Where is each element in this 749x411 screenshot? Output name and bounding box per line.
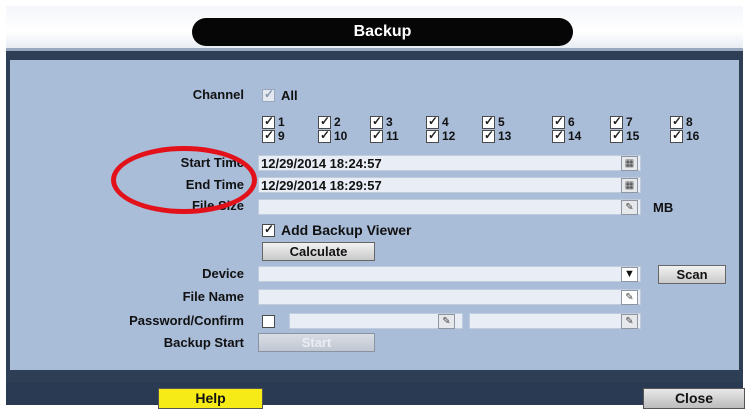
channel-label-7: 7 xyxy=(626,115,633,129)
add-backup-viewer-label: Add Backup Viewer xyxy=(281,222,412,238)
channel-checkbox-11[interactable] xyxy=(370,128,383,143)
add-backup-viewer-checkbox[interactable] xyxy=(262,222,275,237)
backup-start-label: Backup Start xyxy=(163,335,244,350)
channel-label-6: 6 xyxy=(568,115,575,129)
annotation-ellipse xyxy=(111,146,257,214)
calculate-button[interactable]: Calculate xyxy=(262,242,375,261)
file-name-label: File Name xyxy=(182,289,244,304)
start-time-field[interactable]: 12/29/2014 18:24:57 xyxy=(258,155,641,171)
channel-label-3: 3 xyxy=(386,115,393,129)
file-size-field xyxy=(258,199,641,215)
password-confirm-label: Password/Confirm xyxy=(129,313,244,328)
channel-label-13: 13 xyxy=(498,129,512,143)
scan-button[interactable]: Scan xyxy=(658,265,726,284)
end-time-field[interactable]: 12/29/2014 18:29:57 xyxy=(258,177,641,193)
channel-label-15: 15 xyxy=(626,129,640,143)
channel-checkbox-13[interactable] xyxy=(482,128,495,143)
channel-checkbox-15[interactable] xyxy=(610,128,623,143)
channel-label-5: 5 xyxy=(498,115,505,129)
file-name-field[interactable] xyxy=(258,289,641,305)
channel-checkbox-9[interactable] xyxy=(262,128,275,143)
pencil-icon[interactable]: ✎ xyxy=(621,290,638,305)
channel-label-11: 11 xyxy=(386,129,399,143)
channel-label-8: 8 xyxy=(686,115,693,129)
channel-label-14: 14 xyxy=(568,129,582,143)
confirm-password-field xyxy=(469,313,641,329)
password-field xyxy=(289,313,463,329)
pencil-icon: ✎ xyxy=(621,314,638,329)
footer-bar xyxy=(6,382,743,405)
channel-label-9: 9 xyxy=(278,129,285,143)
device-select[interactable] xyxy=(258,266,641,282)
channel-label: Channel xyxy=(192,87,244,102)
password-enable-checkbox[interactable] xyxy=(262,315,275,328)
channel-all-checkbox[interactable] xyxy=(262,87,275,102)
start-button[interactable]: Start xyxy=(258,333,375,352)
close-button[interactable]: Close xyxy=(643,388,745,409)
channel-label-1: 1 xyxy=(278,115,285,129)
window-title: Backup xyxy=(192,18,573,46)
help-button[interactable]: Help xyxy=(158,388,263,409)
channel-label-12: 12 xyxy=(442,129,456,143)
channel-checkbox-16[interactable] xyxy=(670,128,683,143)
pencil-icon: ✎ xyxy=(438,314,455,329)
calendar-icon[interactable]: ▦ xyxy=(621,178,638,193)
channel-label-4: 4 xyxy=(442,115,449,129)
pencil-icon[interactable]: ✎ xyxy=(621,200,638,215)
file-size-unit: MB xyxy=(653,200,674,215)
chevron-down-icon[interactable]: ▼ xyxy=(621,267,638,282)
device-label: Device xyxy=(202,266,244,281)
channel-label-16: 16 xyxy=(686,129,700,143)
calendar-icon[interactable]: ▦ xyxy=(621,156,638,171)
channel-label-2: 2 xyxy=(334,115,341,129)
channel-all-label: All xyxy=(281,88,298,103)
channel-checkbox-10[interactable] xyxy=(318,128,331,143)
channel-checkbox-12[interactable] xyxy=(426,128,439,143)
channel-label-10: 10 xyxy=(334,129,348,143)
channel-checkbox-14[interactable] xyxy=(552,128,565,143)
